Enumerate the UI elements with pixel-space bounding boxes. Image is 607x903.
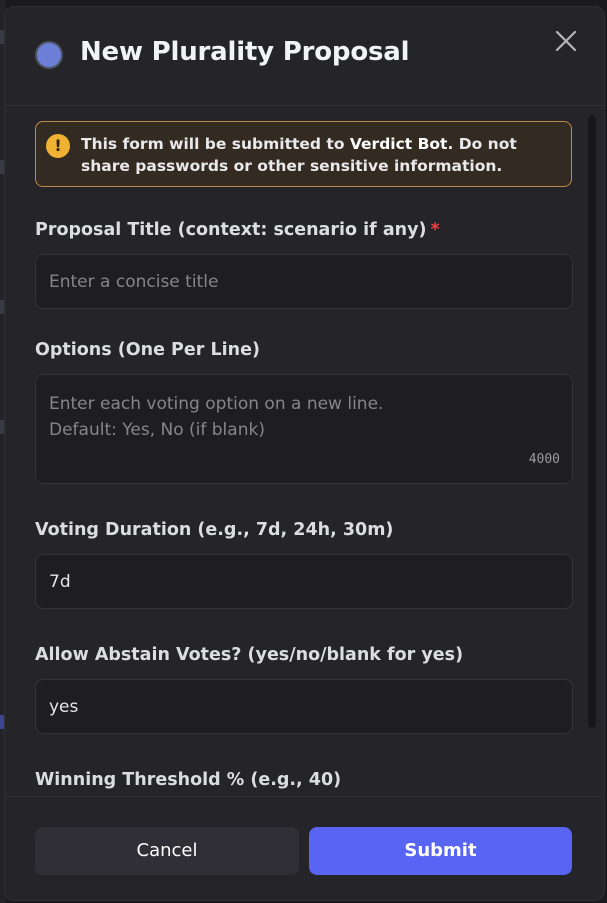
- modal-header: New Plurality Proposal: [5, 7, 604, 106]
- modal-footer: Cancel Submit: [5, 796, 604, 900]
- abstain-input[interactable]: [35, 679, 573, 734]
- duration-field-label: Voting Duration (e.g., 7d, 24h, 30m): [35, 520, 394, 540]
- modal-title: New Plurality Proposal: [80, 37, 410, 67]
- char-limit-counter: 4000: [528, 452, 560, 467]
- notice-text: This form will be submitted to Verdict B…: [81, 133, 551, 177]
- title-input[interactable]: [35, 254, 573, 309]
- threshold-field-label: Winning Threshold % (e.g., 40): [35, 770, 342, 790]
- close-button[interactable]: [554, 29, 578, 53]
- scrollbar-thumb[interactable]: [588, 116, 596, 728]
- options-textarea[interactable]: [35, 374, 573, 484]
- required-mark: *: [430, 220, 440, 240]
- notice-text-before: This form will be submitted to: [81, 135, 350, 153]
- title-field-label-text: Proposal Title (context: scenario if any…: [35, 220, 427, 240]
- abstain-field-label: Allow Abstain Votes? (yes/no/blank for y…: [35, 645, 464, 665]
- modal-body: ! This form will be submitted to Verdict…: [5, 106, 604, 796]
- options-field-label: Options (One Per Line): [35, 340, 260, 360]
- title-field-label: Proposal Title (context: scenario if any…: [35, 220, 440, 240]
- circle-avatar-icon: [35, 41, 63, 69]
- proposal-modal: New Plurality Proposal ! This form will …: [4, 6, 605, 901]
- submit-button[interactable]: Submit: [309, 827, 572, 875]
- exclamation-icon: !: [46, 134, 70, 158]
- cancel-button[interactable]: Cancel: [35, 827, 299, 875]
- bot-name: Verdict Bot: [349, 135, 448, 153]
- close-icon: [555, 30, 577, 52]
- warning-notice: ! This form will be submitted to Verdict…: [35, 121, 572, 187]
- scrollbar[interactable]: [588, 114, 596, 796]
- duration-input[interactable]: [35, 554, 573, 609]
